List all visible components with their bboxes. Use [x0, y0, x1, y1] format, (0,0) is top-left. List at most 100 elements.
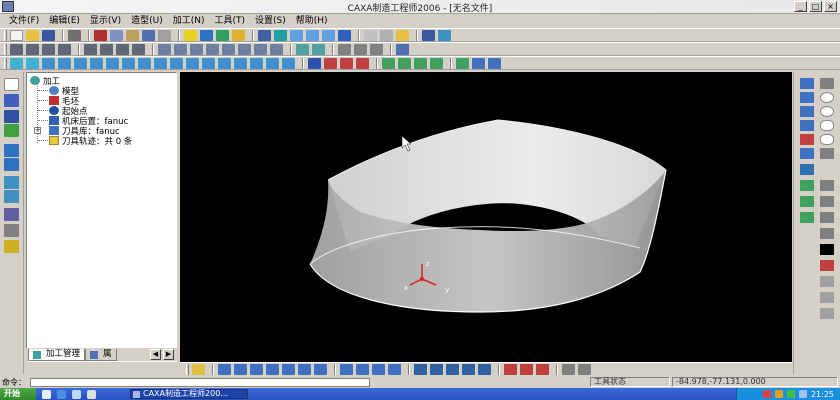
copy-entity-icon[interactable]	[820, 308, 834, 319]
paste-icon[interactable]	[126, 29, 139, 41]
explorer-icon[interactable]	[72, 389, 81, 399]
circle-icon[interactable]	[820, 92, 834, 103]
text-a-icon[interactable]	[820, 244, 834, 255]
new-file-icon[interactable]	[10, 29, 23, 41]
draw-icon[interactable]	[4, 94, 19, 107]
menu-edit[interactable]: 编辑(E)	[44, 14, 85, 28]
draft-icon[interactable]	[222, 43, 235, 55]
project-icon[interactable]	[800, 148, 814, 159]
redo-icon[interactable]	[158, 29, 171, 41]
3d-viewport[interactable]: z x y	[180, 72, 792, 362]
light-icon[interactable]	[184, 29, 197, 41]
hole-icon[interactable]	[190, 43, 203, 55]
toolbar-grip[interactable]	[4, 57, 7, 69]
zoom-in-icon[interactable]	[290, 29, 303, 41]
snap-icon[interactable]	[4, 144, 19, 157]
select-cursor-icon[interactable]	[4, 78, 19, 91]
rectangle-icon[interactable]	[800, 92, 814, 103]
shaded-icon[interactable]	[396, 29, 409, 41]
sketch-rect-icon[interactable]	[266, 364, 279, 375]
corner-cleanup-icon[interactable]	[202, 57, 215, 69]
sketch-point-icon[interactable]	[298, 364, 311, 375]
contour-roughing-icon[interactable]	[26, 57, 39, 69]
sketch-fillet-icon[interactable]	[372, 364, 385, 375]
title-bar[interactable]: CAXA制造工程师2006 - [无名文件] _ □ ×	[0, 0, 840, 14]
surface-icon[interactable]	[800, 180, 814, 191]
hide-icon[interactable]	[4, 224, 19, 237]
point-icon[interactable]	[800, 120, 814, 131]
window-icon[interactable]	[258, 29, 271, 41]
rest-machining-icon[interactable]	[218, 57, 231, 69]
datum-axis-icon[interactable]	[312, 43, 325, 55]
sketch-spline-icon[interactable]	[282, 364, 295, 375]
sketch-arc-icon[interactable]	[234, 364, 247, 375]
toolpath-trim-icon[interactable]	[324, 57, 337, 69]
corner-icon[interactable]	[820, 180, 834, 191]
save-icon[interactable]	[42, 29, 55, 41]
curve-icon[interactable]	[472, 57, 485, 69]
post-process-icon[interactable]	[414, 57, 427, 69]
close-button[interactable]: ×	[824, 1, 837, 12]
scallop-icon[interactable]	[90, 57, 103, 69]
menu-tools[interactable]: 工具(T)	[210, 14, 251, 28]
cut-sweep-icon[interactable]	[116, 43, 129, 55]
extrude-icon[interactable]	[10, 43, 23, 55]
taskbar-caxa-window[interactable]: CAXA制造工程师200...	[130, 389, 248, 399]
tab-scroll-left[interactable]: ◀	[150, 349, 161, 360]
menu-help[interactable]: 帮助(H)	[291, 14, 333, 28]
simulation-icon[interactable]	[438, 29, 451, 41]
undo-icon[interactable]	[142, 29, 155, 41]
check-icon[interactable]	[456, 57, 469, 69]
copy-icon[interactable]	[110, 29, 123, 41]
grid-icon[interactable]	[4, 124, 19, 137]
mirror-icon[interactable]	[270, 43, 283, 55]
line-style-icon[interactable]	[820, 260, 834, 271]
ellipse-icon[interactable]	[820, 106, 834, 117]
engrave-icon[interactable]	[170, 57, 183, 69]
loft-surface-icon[interactable]	[800, 212, 814, 223]
tab-scroll-right[interactable]: ▶	[163, 349, 174, 360]
sketch-rotate-icon[interactable]	[462, 364, 475, 375]
area-roughing-icon[interactable]	[42, 57, 55, 69]
process-sheet-icon[interactable]	[430, 57, 443, 69]
parallel-finish-icon[interactable]	[74, 57, 87, 69]
tab-properties[interactable]: 属	[85, 349, 117, 361]
toolbar-grip[interactable]	[4, 43, 7, 55]
chamfer-icon[interactable]	[174, 43, 187, 55]
color-icon[interactable]	[4, 240, 19, 253]
pattern-icon[interactable]	[254, 43, 267, 55]
menu-modeling[interactable]: 造型(U)	[126, 14, 168, 28]
fillet-icon[interactable]	[158, 43, 171, 55]
print-icon[interactable]	[68, 29, 81, 41]
sketch-join-icon[interactable]	[536, 364, 549, 375]
polygon-icon[interactable]	[800, 106, 814, 117]
pencil-icon[interactable]	[106, 57, 119, 69]
cut-loft-icon[interactable]	[132, 43, 145, 55]
rib-icon[interactable]	[238, 43, 251, 55]
layer-icon[interactable]	[232, 29, 245, 41]
ortho-icon[interactable]	[4, 158, 19, 171]
command-input[interactable]	[30, 378, 370, 387]
tree-expand-toggle[interactable]: +	[34, 127, 41, 134]
formula-curve-icon[interactable]	[820, 164, 834, 175]
security-icon[interactable]	[786, 390, 795, 398]
view-top-icon[interactable]	[4, 190, 19, 203]
sketch-check-icon[interactable]	[578, 364, 591, 375]
sketch-icon[interactable]	[338, 43, 351, 55]
view-front-icon[interactable]	[4, 176, 19, 189]
sketch-mirror-icon[interactable]	[414, 364, 427, 375]
sketch-scale-icon[interactable]	[446, 364, 459, 375]
browser-icon[interactable]	[57, 389, 66, 399]
shell-icon[interactable]	[206, 43, 219, 55]
pen-icon[interactable]	[192, 364, 205, 375]
desktop-icon[interactable]	[42, 389, 51, 399]
pan-icon[interactable]	[274, 29, 287, 41]
part-icon[interactable]	[396, 43, 409, 55]
sketch-chamfer-icon[interactable]	[388, 364, 401, 375]
sketch-trim-icon[interactable]	[340, 364, 353, 375]
toolpath-connect-icon[interactable]	[340, 57, 353, 69]
rotate-icon[interactable]	[322, 29, 335, 41]
fit-view-icon[interactable]	[338, 29, 351, 41]
antivirus-icon[interactable]	[762, 390, 771, 398]
sketch-break-icon[interactable]	[520, 364, 533, 375]
